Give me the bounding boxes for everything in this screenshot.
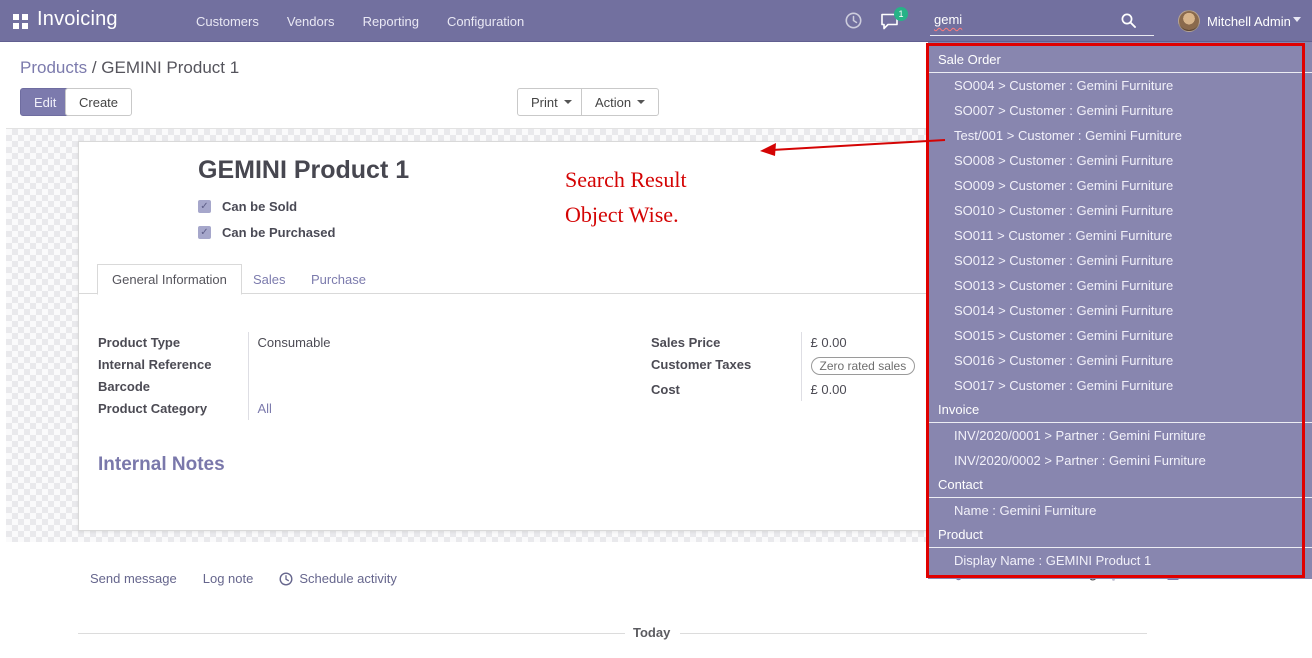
user-menu-caret-icon (1293, 17, 1301, 22)
tab-sales[interactable]: Sales (239, 264, 300, 294)
internal-reference-value (248, 354, 408, 376)
menu-customers[interactable]: Customers (196, 14, 259, 29)
search-result-item[interactable]: SO014 > Customer : Gemini Furniture (928, 298, 1312, 323)
edit-button[interactable]: Edit (20, 88, 70, 116)
search-result-item[interactable]: INV/2020/0002 > Partner : Gemini Furnitu… (928, 448, 1312, 473)
search-result-item[interactable]: Name : Gemini Furniture (928, 498, 1312, 523)
search-result-item[interactable]: SO012 > Customer : Gemini Furniture (928, 248, 1312, 273)
breadcrumb-separator: / (87, 58, 101, 77)
annotation-line1: Search Result (565, 162, 687, 197)
field-cost: Cost £ 0.00 (651, 379, 961, 401)
print-caret-icon (564, 100, 572, 104)
field-barcode: Barcode (98, 376, 408, 398)
can-be-sold-row: ✓ Can be Sold (198, 199, 297, 214)
top-navbar: Invoicing Customers Vendors Reporting Confi… (0, 0, 1312, 42)
schedule-activity-button[interactable]: Schedule activity (279, 571, 397, 586)
can-be-sold-label: Can be Sold (222, 199, 297, 214)
breadcrumb-current: GEMINI Product 1 (101, 58, 239, 77)
action-label: Action (595, 95, 631, 110)
customer-taxes-label: Customer Taxes (651, 354, 801, 379)
fields-left-column: Product Type Consumable Internal Referen… (98, 332, 408, 420)
search-results-dropdown: Sale OrderSO004 > Customer : Gemini Furn… (928, 42, 1312, 579)
send-message-button[interactable]: Send message (90, 571, 177, 586)
sales-price-label: Sales Price (651, 332, 801, 354)
schedule-activity-label: Schedule activity (299, 571, 397, 586)
log-note-button[interactable]: Log note (203, 571, 254, 586)
search-result-section-header: Product (928, 523, 1312, 548)
today-divider-label: Today (633, 625, 670, 640)
search-result-item[interactable]: SO004 > Customer : Gemini Furniture (928, 73, 1312, 98)
navbar-search-input[interactable]: gemi (930, 8, 1154, 36)
field-product-type: Product Type Consumable (98, 332, 408, 354)
can-be-sold-checkbox[interactable]: ✓ (198, 200, 211, 213)
navbar-menus: Customers Vendors Reporting Configuration (196, 0, 524, 42)
action-caret-icon (637, 100, 645, 104)
search-result-item[interactable]: SO017 > Customer : Gemini Furniture (928, 373, 1312, 398)
field-product-category: Product Category All (98, 398, 408, 420)
tab-purchase[interactable]: Purchase (297, 264, 380, 294)
search-result-item[interactable]: SO015 > Customer : Gemini Furniture (928, 323, 1312, 348)
barcode-label: Barcode (98, 376, 248, 398)
activities-clock-icon[interactable] (845, 12, 862, 29)
product-type-label: Product Type (98, 332, 248, 354)
field-internal-reference: Internal Reference (98, 354, 408, 376)
action-dropdown-button[interactable]: Action (581, 88, 659, 116)
search-result-section-header: Contact (928, 473, 1312, 498)
barcode-value (248, 376, 408, 398)
user-menu[interactable]: Mitchell Admin (1207, 14, 1291, 29)
search-result-section-header: Invoice (928, 398, 1312, 423)
messages-count-badge: 1 (894, 7, 908, 21)
product-category-value-link[interactable]: All (258, 401, 272, 416)
chatter-actions: Send message Log note Schedule activity (90, 571, 397, 586)
today-divider-line-right (680, 633, 1147, 634)
search-result-item[interactable]: Display Name : GEMINI Product 1 (928, 548, 1312, 573)
search-result-item[interactable]: SO011 > Customer : Gemini Furniture (928, 223, 1312, 248)
can-be-purchased-label: Can be Purchased (222, 225, 335, 240)
fields-right-column: Sales Price £ 0.00 Customer Taxes Zero r… (651, 332, 961, 401)
print-label: Print (531, 95, 558, 110)
app-window: Invoicing Customers Vendors Reporting Confi… (0, 0, 1312, 658)
search-result-item[interactable]: SO010 > Customer : Gemini Furniture (928, 198, 1312, 223)
search-icon[interactable] (1121, 13, 1136, 28)
breadcrumb-products-link[interactable]: Products (20, 58, 87, 77)
search-result-item[interactable]: SO016 > Customer : Gemini Furniture (928, 348, 1312, 373)
product-category-label: Product Category (98, 398, 248, 420)
menu-vendors[interactable]: Vendors (287, 14, 335, 29)
tab-general-information[interactable]: General Information (97, 264, 242, 295)
menu-configuration[interactable]: Configuration (447, 14, 524, 29)
today-divider-line-left (78, 633, 625, 634)
can-be-purchased-row: ✓ Can be Purchased (198, 225, 335, 240)
field-sales-price: Sales Price £ 0.00 (651, 332, 961, 354)
search-result-item[interactable]: SO008 > Customer : Gemini Furniture (928, 148, 1312, 173)
customer-taxes-badge: Zero rated sales (811, 357, 916, 375)
search-result-item[interactable]: SO009 > Customer : Gemini Furniture (928, 173, 1312, 198)
menu-reporting[interactable]: Reporting (363, 14, 419, 29)
search-result-section-header: Sale Order (928, 48, 1312, 73)
create-button[interactable]: Create (65, 88, 132, 116)
cost-label: Cost (651, 379, 801, 401)
user-avatar[interactable] (1178, 10, 1200, 32)
app-title[interactable]: Invoicing (37, 8, 118, 31)
breadcrumb: Products / GEMINI Product 1 (20, 58, 239, 78)
can-be-purchased-checkbox[interactable]: ✓ (198, 226, 211, 239)
product-title: GEMINI Product 1 (198, 156, 409, 185)
search-query-text: gemi (934, 12, 962, 27)
internal-reference-label: Internal Reference (98, 354, 248, 376)
internal-notes-heading: Internal Notes (98, 454, 225, 476)
annotation-line2: Object Wise. (565, 197, 687, 232)
search-result-item[interactable]: Test/001 > Customer : Gemini Furniture (928, 123, 1312, 148)
product-type-value: Consumable (248, 332, 408, 354)
clock-icon (279, 572, 293, 586)
search-result-item[interactable]: SO007 > Customer : Gemini Furniture (928, 98, 1312, 123)
annotation-text: Search Result Object Wise. (565, 162, 687, 232)
search-result-item[interactable]: INV/2020/0001 > Partner : Gemini Furnitu… (928, 423, 1312, 448)
field-customer-taxes: Customer Taxes Zero rated sales (651, 354, 961, 379)
apps-grid-icon[interactable] (13, 14, 28, 29)
print-dropdown-button[interactable]: Print (517, 88, 586, 116)
search-result-item[interactable]: SO013 > Customer : Gemini Furniture (928, 273, 1312, 298)
